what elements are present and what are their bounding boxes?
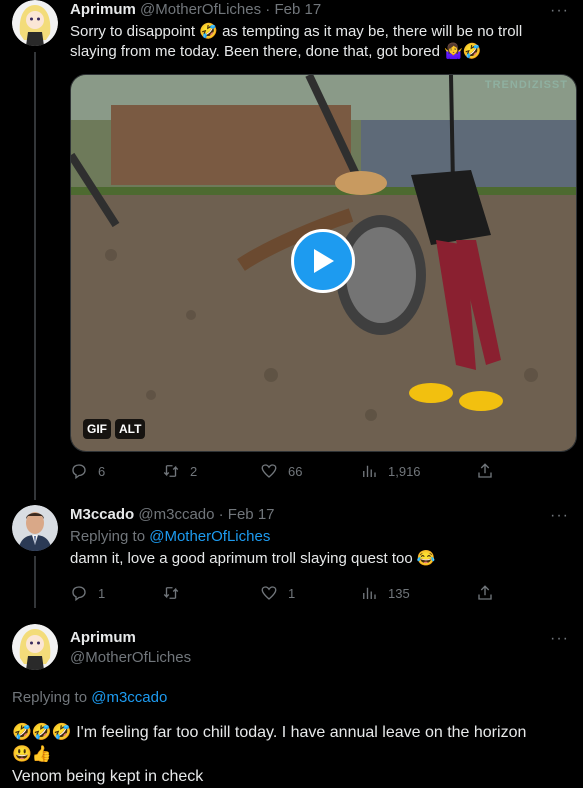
tweet-aprimum-1[interactable]: Aprimum @MotherOfLiches · Feb 17 ··· Sor… <box>0 0 583 490</box>
tweet-m3ccado[interactable]: M3ccado @m3ccado · Feb 17 ··· Replying t… <box>0 505 583 613</box>
share-icon <box>478 585 492 600</box>
more-icon[interactable]: ··· <box>550 2 569 20</box>
tweet-text-line: 😃👍 <box>12 746 52 763</box>
views-icon <box>363 587 376 599</box>
user-handle[interactable]: @MotherOfLiches <box>140 1 261 18</box>
tweet-text-line: Sorry to disappoint 🤣 as tempting as it … <box>70 23 523 40</box>
alt-badge[interactable]: ALT <box>115 419 146 439</box>
more-icon[interactable]: ··· <box>550 507 569 525</box>
retweet-icon <box>163 587 179 599</box>
tweet-text: damn it, love a good aprimum troll slayi… <box>70 550 436 567</box>
like-count: 1 <box>288 585 296 601</box>
display-name[interactable]: Aprimum <box>70 629 191 646</box>
replying-to-handle[interactable]: @MotherOfLiches <box>149 528 270 545</box>
retweet-icon <box>163 465 179 477</box>
tweet-text: 🤣🤣🤣 I'm feeling far too chill today. I h… <box>12 722 582 788</box>
tweet-text: Sorry to disappoint 🤣 as tempting as it … <box>70 22 522 62</box>
more-icon[interactable]: ··· <box>550 630 569 648</box>
replying-to: Replying to @m3ccado <box>12 689 167 706</box>
heart-icon <box>261 586 277 600</box>
views-count: 135 <box>388 585 410 601</box>
like-count: 66 <box>288 463 303 479</box>
tweet-date[interactable]: · Feb 17 <box>265 1 321 18</box>
play-icon[interactable] <box>291 229 355 293</box>
avatar[interactable] <box>12 505 58 551</box>
display-name[interactable]: Aprimum <box>70 1 136 18</box>
tweet-header: Aprimum @MotherOfLiches · Feb 17 <box>70 1 321 18</box>
avatar[interactable] <box>12 0 58 46</box>
share-icon <box>478 463 492 478</box>
tweet-actions: 6 2 66 1,916 <box>70 462 570 482</box>
views-button[interactable]: 1,916 <box>360 462 421 480</box>
tweet-header: Aprimum @MotherOfLiches <box>70 629 191 666</box>
views-button[interactable]: 135 <box>360 584 410 602</box>
watermark-label: TRENDIZISST <box>484 79 568 91</box>
retweet-count: 2 <box>190 463 198 479</box>
retweet-button[interactable]: 2 <box>162 462 197 480</box>
gif-media[interactable]: TRENDIZISST GIF ALT <box>70 74 577 452</box>
reply-button[interactable]: 1 <box>70 584 105 602</box>
gif-badge: GIF <box>83 419 111 439</box>
replying-to: Replying to @MotherOfLiches <box>70 528 270 545</box>
reply-count: 6 <box>98 463 106 479</box>
tweet-date[interactable]: · Feb 17 <box>219 506 275 523</box>
tweet-text-line: slaying from me today. Been there, done … <box>70 43 482 60</box>
retweet-button[interactable] <box>162 584 190 602</box>
replying-to-label: Replying to <box>12 689 92 706</box>
heart-icon <box>261 464 277 478</box>
tweet-aprimum-focused[interactable]: Aprimum @MotherOfLiches ··· Replying to … <box>0 624 583 785</box>
user-handle[interactable]: @m3ccado <box>138 506 214 523</box>
reply-icon <box>72 464 86 480</box>
replying-to-label: Replying to <box>70 528 150 545</box>
like-button[interactable]: 1 <box>260 584 295 602</box>
tweet-header: M3ccado @m3ccado · Feb 17 <box>70 506 275 523</box>
views-icon <box>363 465 376 477</box>
user-handle[interactable]: @MotherOfLiches <box>70 649 191 666</box>
tweet-actions: 1 1 135 <box>70 584 570 604</box>
like-button[interactable]: 66 <box>260 462 302 480</box>
reply-icon <box>72 586 86 602</box>
replying-to-handle[interactable]: @m3ccado <box>91 689 167 706</box>
reply-count: 1 <box>98 585 106 601</box>
tweet-text-line: 🤣🤣🤣 I'm feeling far too chill today. I h… <box>12 724 527 741</box>
share-button[interactable] <box>476 462 494 480</box>
reply-button[interactable]: 6 <box>70 462 105 480</box>
avatar[interactable] <box>12 624 58 670</box>
share-button[interactable] <box>476 584 494 602</box>
display-name[interactable]: M3ccado <box>70 506 134 523</box>
views-count: 1,916 <box>388 463 421 479</box>
